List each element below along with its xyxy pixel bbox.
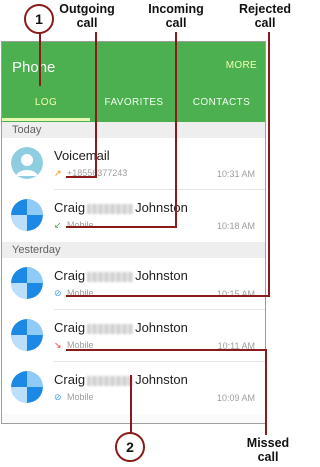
contact-name: Voicemail [54,148,110,163]
callout-outgoing-call: Outgoing call [59,2,115,30]
leader-line-step1 [39,32,41,86]
outgoing-call-icon: ↗ [54,168,62,178]
section-label: Yesterday [12,244,61,256]
call-log-row[interactable]: Craig Johnston ↘ Mobile 10:11 AM [2,310,265,362]
leader-line-incoming-v [175,32,177,227]
incoming-call-icon: ↙ [54,220,62,230]
phone-screen: Phone MORE LOG FAVORITES CONTACTS Today … [1,41,266,424]
call-subtitle: ⊘ Mobile [54,288,94,298]
section-label: Today [12,124,42,136]
contact-name: Craig Johnston [54,372,188,387]
contact-name: Craig Johnston [54,268,188,283]
more-button[interactable]: MORE [226,60,257,71]
call-log-row[interactable]: Craig Johnston ⊘ Mobile 10:15 AM [2,258,265,310]
call-subtitle: ⊘ Mobile [54,392,94,402]
contact-avatar-icon [11,267,43,299]
redacted-name [87,375,134,386]
redacted-name [87,271,134,282]
tab-contacts[interactable]: CONTACTS [178,97,265,121]
redacted-name [87,203,134,214]
contact-name: Craig Johnston [54,200,188,215]
tab-indicator [2,118,90,121]
leader-line-outgoing-v [95,32,97,177]
app-title: Phone [12,59,56,76]
app-bar: Phone MORE LOG FAVORITES CONTACTS [2,42,265,122]
leader-line-rejected-v [268,32,270,296]
step-1-callout: 1 [24,4,54,34]
leader-line-missed-h [66,349,267,351]
contact-avatar-icon [11,199,43,231]
call-log-row[interactable]: Craig Johnston ↙ Mobile 10:18 AM [2,190,265,242]
rejected-call-icon: ⊘ [54,288,62,298]
tab-favorites[interactable]: FAVORITES [90,97,178,121]
step-2-callout: 2 [115,432,145,462]
redacted-name [87,323,134,334]
missed-call-icon: ↘ [54,340,62,350]
call-log-row[interactable]: Voicemail ↗ +18556377243 10:31 AM [2,138,265,190]
callout-missed-call: Missed call [246,436,290,464]
callout-rejected-call: Rejected call [238,2,292,30]
call-log-row[interactable]: Craig Johnston ⊘ Mobile 10:09 AM [2,362,265,414]
call-time: 10:09 AM [216,393,255,403]
leader-line-missed-v [265,349,267,435]
contact-avatar-icon [11,319,43,351]
contact-avatar-icon [11,371,43,403]
call-time: 10:15 AM [216,289,255,299]
leader-line-outgoing-h [66,176,97,178]
leader-line-rejected-h [66,295,270,297]
contact-name: Craig Johnston [54,320,188,335]
leader-line-step2 [130,375,132,433]
rejected-call-icon: ⊘ [54,392,62,402]
call-time: 10:18 AM [216,221,255,231]
section-header-today: Today [2,122,265,138]
call-time: 10:31 AM [216,169,255,179]
callout-incoming-call: Incoming call [148,2,204,30]
section-header-yesterday: Yesterday [2,242,265,258]
voicemail-avatar-icon [11,147,43,179]
leader-line-incoming-h [66,226,177,228]
